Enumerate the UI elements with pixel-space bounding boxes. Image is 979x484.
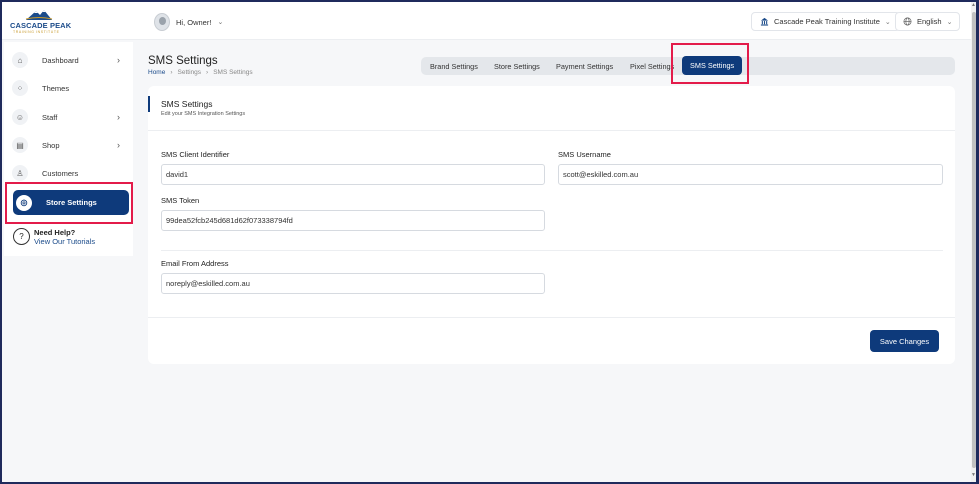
client-id-input[interactable]: david1 xyxy=(161,164,545,185)
divider xyxy=(148,317,955,318)
breadcrumb-current: SMS Settings xyxy=(213,69,253,76)
token-label: SMS Token xyxy=(161,196,200,205)
email-from-input[interactable]: noreply@eskilled.com.au xyxy=(161,273,545,294)
sidebar-item-label: Customers xyxy=(42,168,79,178)
email-from-label: Email From Address xyxy=(161,259,229,268)
card-title: SMS Settings xyxy=(161,99,213,109)
tab-payment-settings[interactable]: Payment Settings xyxy=(556,57,613,75)
user-menu[interactable]: Hi, Owner! ⌄ xyxy=(154,12,223,32)
staff-icon: ☺ xyxy=(12,109,28,125)
sidebar-item-label: Shop xyxy=(42,140,60,150)
tab-store-settings[interactable]: Store Settings xyxy=(494,57,540,75)
divider xyxy=(161,250,943,251)
globe-icon xyxy=(903,17,912,26)
brand-name: CASCADE PEAK xyxy=(10,21,72,30)
help-section: ? Need Help? View Our Tutorials xyxy=(13,228,95,246)
page-title: SMS Settings xyxy=(148,55,218,67)
language-selector[interactable]: English ⌄ xyxy=(895,12,961,31)
username-label: SMS Username xyxy=(558,150,611,159)
vertical-scrollbar[interactable]: ▲ ▼ xyxy=(971,2,976,482)
card-accent-bar xyxy=(148,96,150,112)
sidebar-item-staff[interactable]: ☺ Staff › xyxy=(12,105,128,129)
divider xyxy=(148,130,955,131)
scroll-down-arrow-icon[interactable]: ▼ xyxy=(971,472,976,478)
highlight-box-tab xyxy=(671,43,749,84)
breadcrumb-separator: › xyxy=(170,69,173,76)
language-label: English xyxy=(917,17,942,26)
sms-settings-card: SMS Settings Edit your SMS Integration S… xyxy=(148,86,955,364)
brand-tagline: TRAINING INSTITUTE xyxy=(13,30,60,34)
chevron-down-icon: ⌄ xyxy=(884,18,891,26)
card-subtitle: Edit your SMS Integration Settings xyxy=(161,111,246,117)
save-changes-button[interactable]: Save Changes xyxy=(870,330,939,352)
sidebar-item-dashboard[interactable]: ⌂ Dashboard › xyxy=(12,48,128,72)
chevron-right-icon: › xyxy=(117,55,120,65)
home-icon: ⌂ xyxy=(12,52,28,68)
breadcrumb-separator: › xyxy=(206,69,209,76)
tab-brand-settings[interactable]: Brand Settings xyxy=(430,57,478,75)
mountain-logo-icon xyxy=(25,10,53,20)
building-icon xyxy=(760,17,769,26)
chevron-down-icon: ⌄ xyxy=(217,19,224,26)
sidebar-item-label: Dashboard xyxy=(42,55,79,65)
breadcrumb-home[interactable]: Home xyxy=(148,69,165,76)
themes-icon: ⁘ xyxy=(12,80,28,96)
username-input[interactable]: scott@eskilled.com.au xyxy=(558,164,943,185)
question-icon: ? xyxy=(13,228,30,245)
chevron-down-icon: ⌄ xyxy=(946,18,953,26)
customers-icon: ♙ xyxy=(12,165,28,181)
breadcrumb-settings[interactable]: Settings xyxy=(178,69,202,76)
help-title: Need Help? xyxy=(34,228,76,237)
sidebar-item-label: Staff xyxy=(42,112,58,122)
tutorials-link[interactable]: View Our Tutorials xyxy=(34,237,95,246)
tab-pixel-settings[interactable]: Pixel Settings xyxy=(630,57,674,75)
scroll-up-arrow-icon[interactable]: ▲ xyxy=(971,2,976,8)
scrollbar-thumb[interactable] xyxy=(972,12,976,468)
avatar xyxy=(154,13,170,31)
app-window: CASCADE PEAK TRAINING INSTITUTE Hi, Owne… xyxy=(0,0,979,484)
sidebar-item-label: Themes xyxy=(42,83,70,93)
institute-selector[interactable]: Cascade Peak Training Institute ⌄ xyxy=(751,12,900,31)
chevron-right-icon: › xyxy=(117,112,120,122)
chevron-right-icon: › xyxy=(117,140,120,150)
brand-logo[interactable]: CASCADE PEAK TRAINING INSTITUTE xyxy=(10,8,72,36)
sidebar-item-themes[interactable]: ⁘ Themes xyxy=(12,76,128,100)
token-input[interactable]: 99dea52fcb245d681d62f073338794fd xyxy=(161,210,545,231)
user-greeting: Hi, Owner! xyxy=(176,17,212,27)
breadcrumb: Home › Settings › SMS Settings xyxy=(148,69,253,76)
sidebar-item-shop[interactable]: ▤ Shop › xyxy=(12,133,128,157)
highlight-box-sidebar xyxy=(5,182,133,224)
shop-icon: ▤ xyxy=(12,137,28,153)
client-id-label: SMS Client Identifier xyxy=(161,150,230,159)
top-bar: CASCADE PEAK TRAINING INSTITUTE Hi, Owne… xyxy=(2,2,976,40)
institute-name: Cascade Peak Training Institute xyxy=(774,17,880,26)
